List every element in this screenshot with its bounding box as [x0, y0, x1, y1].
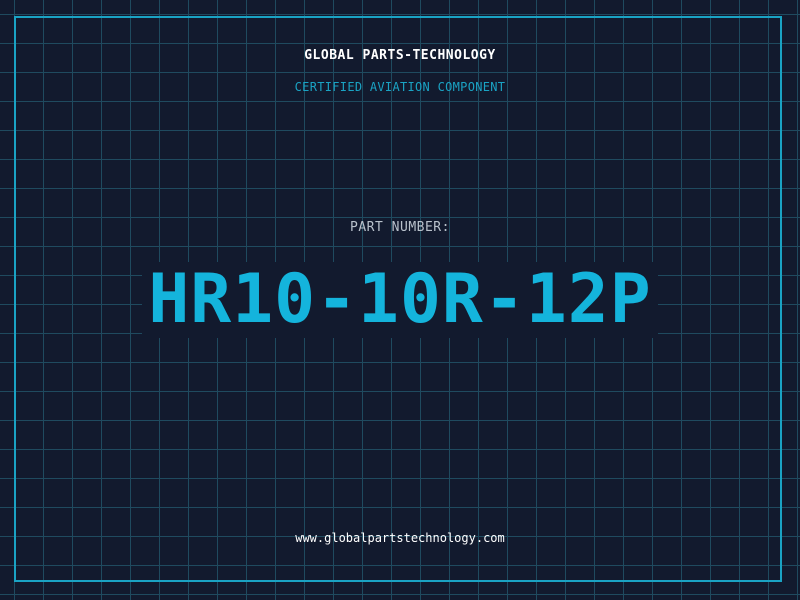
product-label-card: GLOBAL PARTS-TECHNOLOGY CERTIFIED AVIATI… [0, 0, 800, 600]
tagline: CERTIFIED AVIATION COMPONENT [294, 80, 506, 94]
part-number-label: PART NUMBER: [350, 220, 450, 235]
website-link[interactable]: www.globalpartstechnology.com [0, 531, 800, 545]
part-number-value: HR10-10R-12P [142, 262, 658, 338]
part-number-container: HR10-10R-12P [0, 262, 800, 338]
company-name: GLOBAL PARTS-TECHNOLOGY [304, 48, 496, 63]
